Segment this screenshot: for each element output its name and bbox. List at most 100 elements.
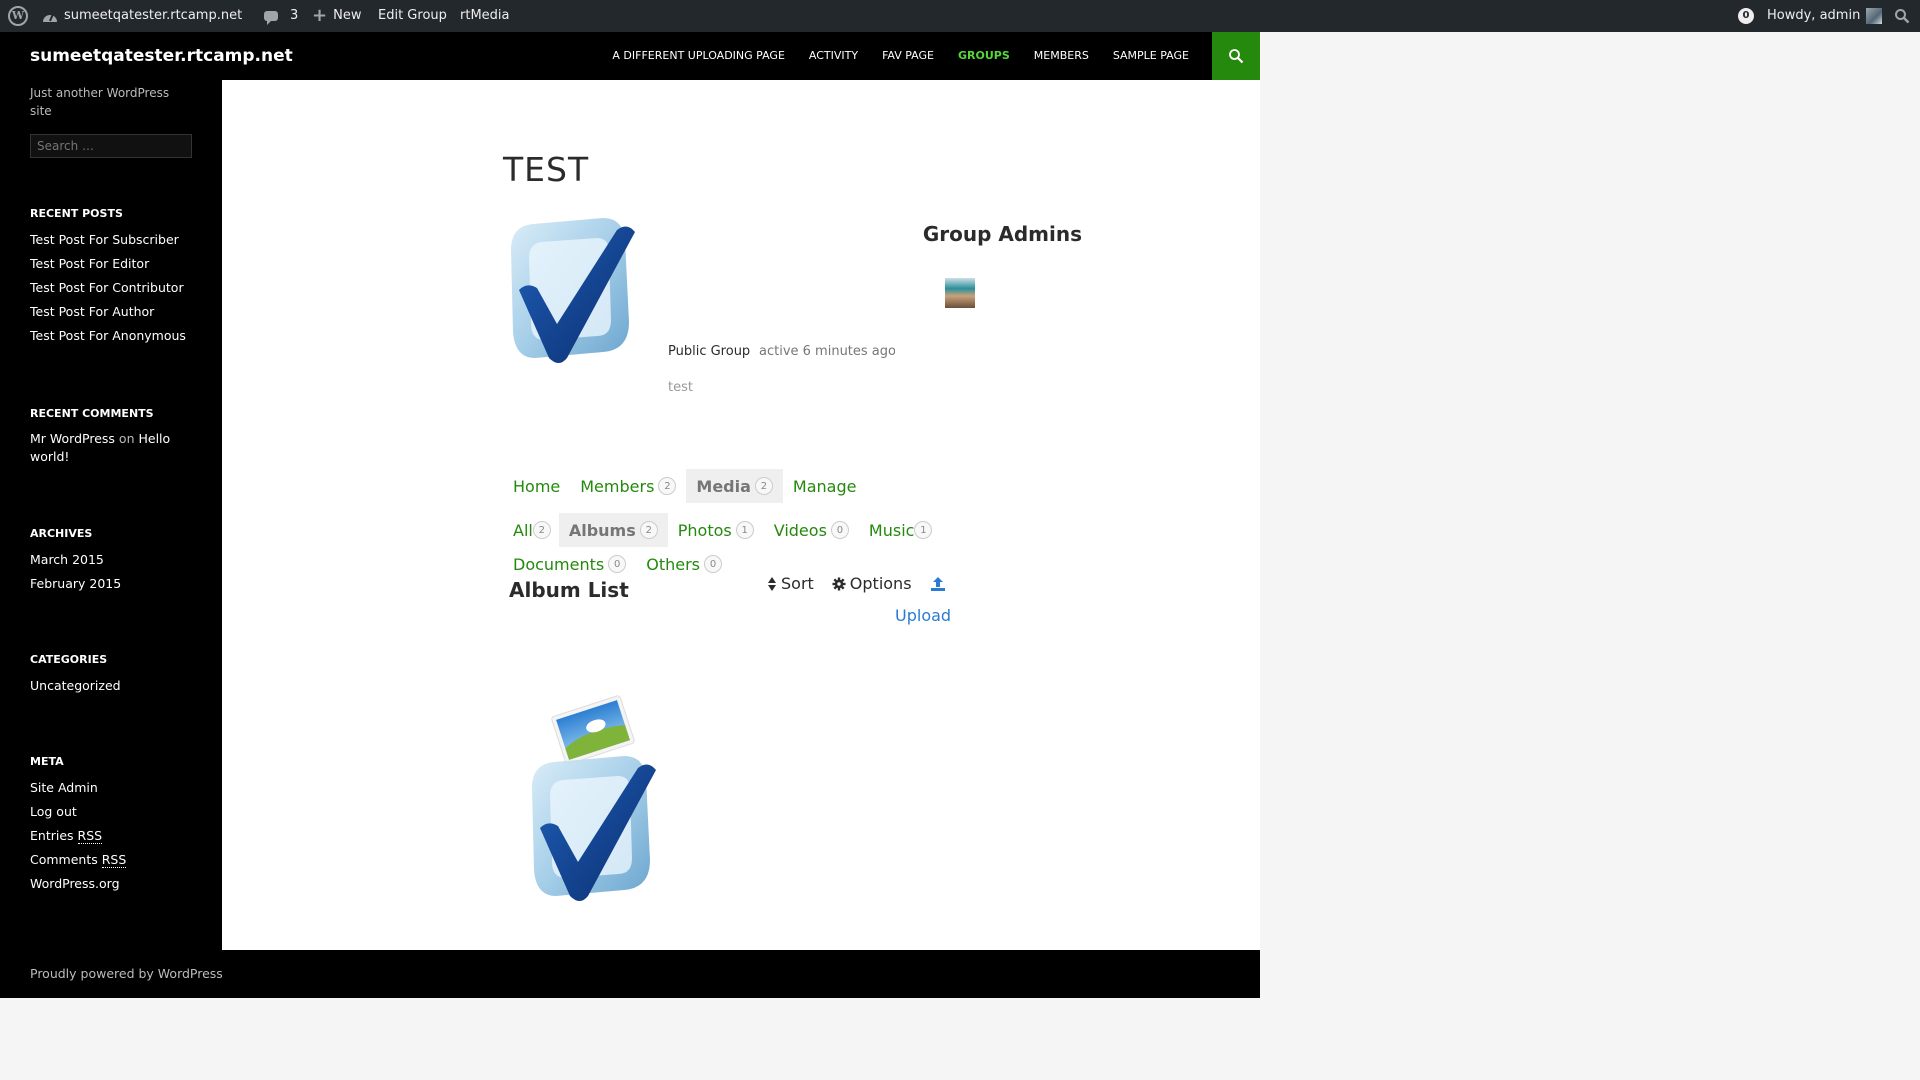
admin-bar-site-link[interactable]: sumeetqatester.rtcamp.net [42, 0, 242, 32]
recent-post-link[interactable]: Test Post For Subscriber [30, 228, 200, 252]
count-badge: 0 [704, 555, 722, 573]
admin-bar-site-name: sumeetqatester.rtcamp.net [64, 8, 243, 23]
nav-item-groups[interactable]: GROUPS [946, 32, 1022, 80]
admin-bar-edit-group[interactable]: Edit Group [378, 0, 447, 32]
dashboard-icon [43, 13, 57, 22]
site-header: sumeetqatester.rtcamp.net A DIFFERENT UP… [0, 32, 1260, 80]
group-description: test [668, 380, 693, 395]
sort-icon [768, 576, 776, 591]
comment-icon [264, 11, 278, 25]
options-label: Options [849, 574, 912, 593]
main-content: TEST Group Admins Public Group active 6 … [222, 80, 1260, 950]
meta-site-admin-link[interactable]: Site Admin [30, 776, 200, 800]
categories-list: Uncategorized [30, 674, 200, 698]
admin-bar-new[interactable]: + New [312, 0, 361, 32]
nav-item-activity[interactable]: ACTIVITY [797, 32, 870, 80]
tab-label: Home [513, 476, 561, 496]
admin-bar-comments[interactable]: 3 [264, 0, 298, 32]
powered-by-link[interactable]: Proudly powered by WordPress [30, 950, 223, 998]
search-toggle-button[interactable] [1212, 32, 1260, 80]
meta-entries-label: Entries [30, 828, 74, 843]
search-icon [1229, 49, 1244, 64]
category-link[interactable]: Uncategorized [30, 674, 200, 698]
tab-label: Members [580, 476, 655, 496]
admin-bar-search[interactable] [1894, 0, 1910, 32]
primary-navigation: A DIFFERENT UPLOADING PAGE ACTIVITY FAV … [600, 32, 1201, 80]
count-badge: 0 [608, 555, 627, 573]
tab-label: Photos [677, 520, 732, 540]
sidebar-search-input[interactable] [30, 134, 192, 158]
site-description: Just another WordPress site [30, 86, 170, 118]
album-cover-icon [532, 695, 656, 901]
recent-comments-list: Mr WordPress on Hello world! [30, 430, 190, 466]
wordpress-logo-icon: W [8, 6, 28, 26]
nav-item-sample-page[interactable]: SAMPLE PAGE [1101, 32, 1201, 80]
comment-on-text: on [118, 431, 135, 446]
admin-bar-my-account[interactable]: Howdy, admin [1767, 0, 1883, 32]
recent-post-link[interactable]: Test Post For Contributor [30, 276, 200, 300]
recent-posts-list: Test Post For Subscriber Test Post For E… [30, 228, 200, 348]
tab-label: Documents [513, 554, 605, 574]
search-icon [1895, 9, 1910, 24]
tab-manage[interactable]: Manage [783, 469, 867, 503]
nav-item-members[interactable]: MEMBERS [1022, 32, 1101, 80]
group-admin-avatar[interactable] [945, 278, 975, 308]
gear-icon [832, 577, 846, 590]
subtab-documents[interactable]: Documents 0 [503, 547, 636, 581]
meta-entries-rss-link[interactable]: Entries RSS [30, 824, 200, 848]
subtab-all[interactable]: All 2 [503, 513, 559, 547]
subtab-music[interactable]: Music 1 [859, 513, 943, 547]
admin-bar-notifications[interactable]: 0 [1738, 0, 1754, 32]
rss-abbr: RSS [77, 828, 103, 844]
count-badge: 1 [914, 521, 933, 539]
tab-home[interactable]: Home [503, 469, 570, 503]
tab-label: Others [646, 554, 700, 574]
meta-wordpress-link[interactable]: WordPress.org [30, 872, 200, 896]
plus-icon: + [312, 5, 328, 26]
comment-author-link[interactable]: Mr WordPress [30, 431, 115, 446]
recent-post-link[interactable]: Test Post For Author [30, 300, 200, 324]
sort-button[interactable]: Sort [767, 574, 814, 593]
tab-label: Manage [792, 476, 857, 496]
tab-media[interactable]: Media 2 [686, 469, 783, 503]
album-thumbnail[interactable] [522, 692, 662, 910]
recent-posts-title: RECENT POSTS [30, 207, 123, 220]
options-button[interactable]: Options [832, 574, 912, 593]
tab-members[interactable]: Members 2 [570, 469, 686, 503]
meta-log-out-link[interactable]: Log out [30, 800, 200, 824]
subtab-videos[interactable]: Videos 0 [764, 513, 859, 547]
group-avatar[interactable] [505, 212, 641, 364]
meta-comments-label: Comments [30, 852, 98, 867]
count-badge: 2 [639, 521, 658, 539]
album-list-title: Album List [509, 578, 629, 602]
tab-label: Media [696, 476, 751, 496]
group-navigation: Home Members 2 Media 2 Manage [503, 469, 866, 503]
group-admins-title: Group Admins [922, 222, 1082, 246]
howdy-label: Howdy, admin [1767, 8, 1861, 23]
subtab-others[interactable]: Others 0 [636, 547, 732, 581]
avatar [1866, 8, 1883, 24]
upload-link[interactable]: Upload [895, 606, 951, 625]
site-title[interactable]: sumeetqatester.rtcamp.net [30, 32, 293, 80]
group-activity: active 6 minutes ago [759, 344, 895, 359]
upload-icon [930, 576, 945, 591]
admin-bar-rtmedia[interactable]: rtMedia [460, 0, 510, 32]
nav-item-uploading-page[interactable]: A DIFFERENT UPLOADING PAGE [600, 32, 797, 80]
media-subnav-row2: Documents 0 Others 0 [503, 547, 732, 581]
rss-abbr: RSS [101, 852, 127, 868]
rtmedia-label: rtMedia [460, 8, 510, 23]
recent-post-link[interactable]: Test Post For Anonymous [30, 324, 200, 348]
meta-comments-rss-link[interactable]: Comments RSS [30, 848, 200, 872]
nav-item-fav-page[interactable]: FAV PAGE [870, 32, 946, 80]
archive-link[interactable]: March 2015 [30, 548, 200, 572]
recent-post-link[interactable]: Test Post For Editor [30, 252, 200, 276]
upload-icon-button[interactable] [930, 576, 946, 592]
wordpress-menu[interactable]: W [8, 0, 28, 32]
count-badge: 2 [532, 521, 551, 539]
group-type: Public Group [668, 344, 751, 359]
archive-link[interactable]: February 2015 [30, 572, 200, 596]
subtab-albums[interactable]: Albums 2 [558, 513, 668, 547]
sort-label: Sort [781, 574, 814, 593]
categories-title: CATEGORIES [30, 653, 108, 666]
subtab-photos[interactable]: Photos 1 [668, 513, 764, 547]
